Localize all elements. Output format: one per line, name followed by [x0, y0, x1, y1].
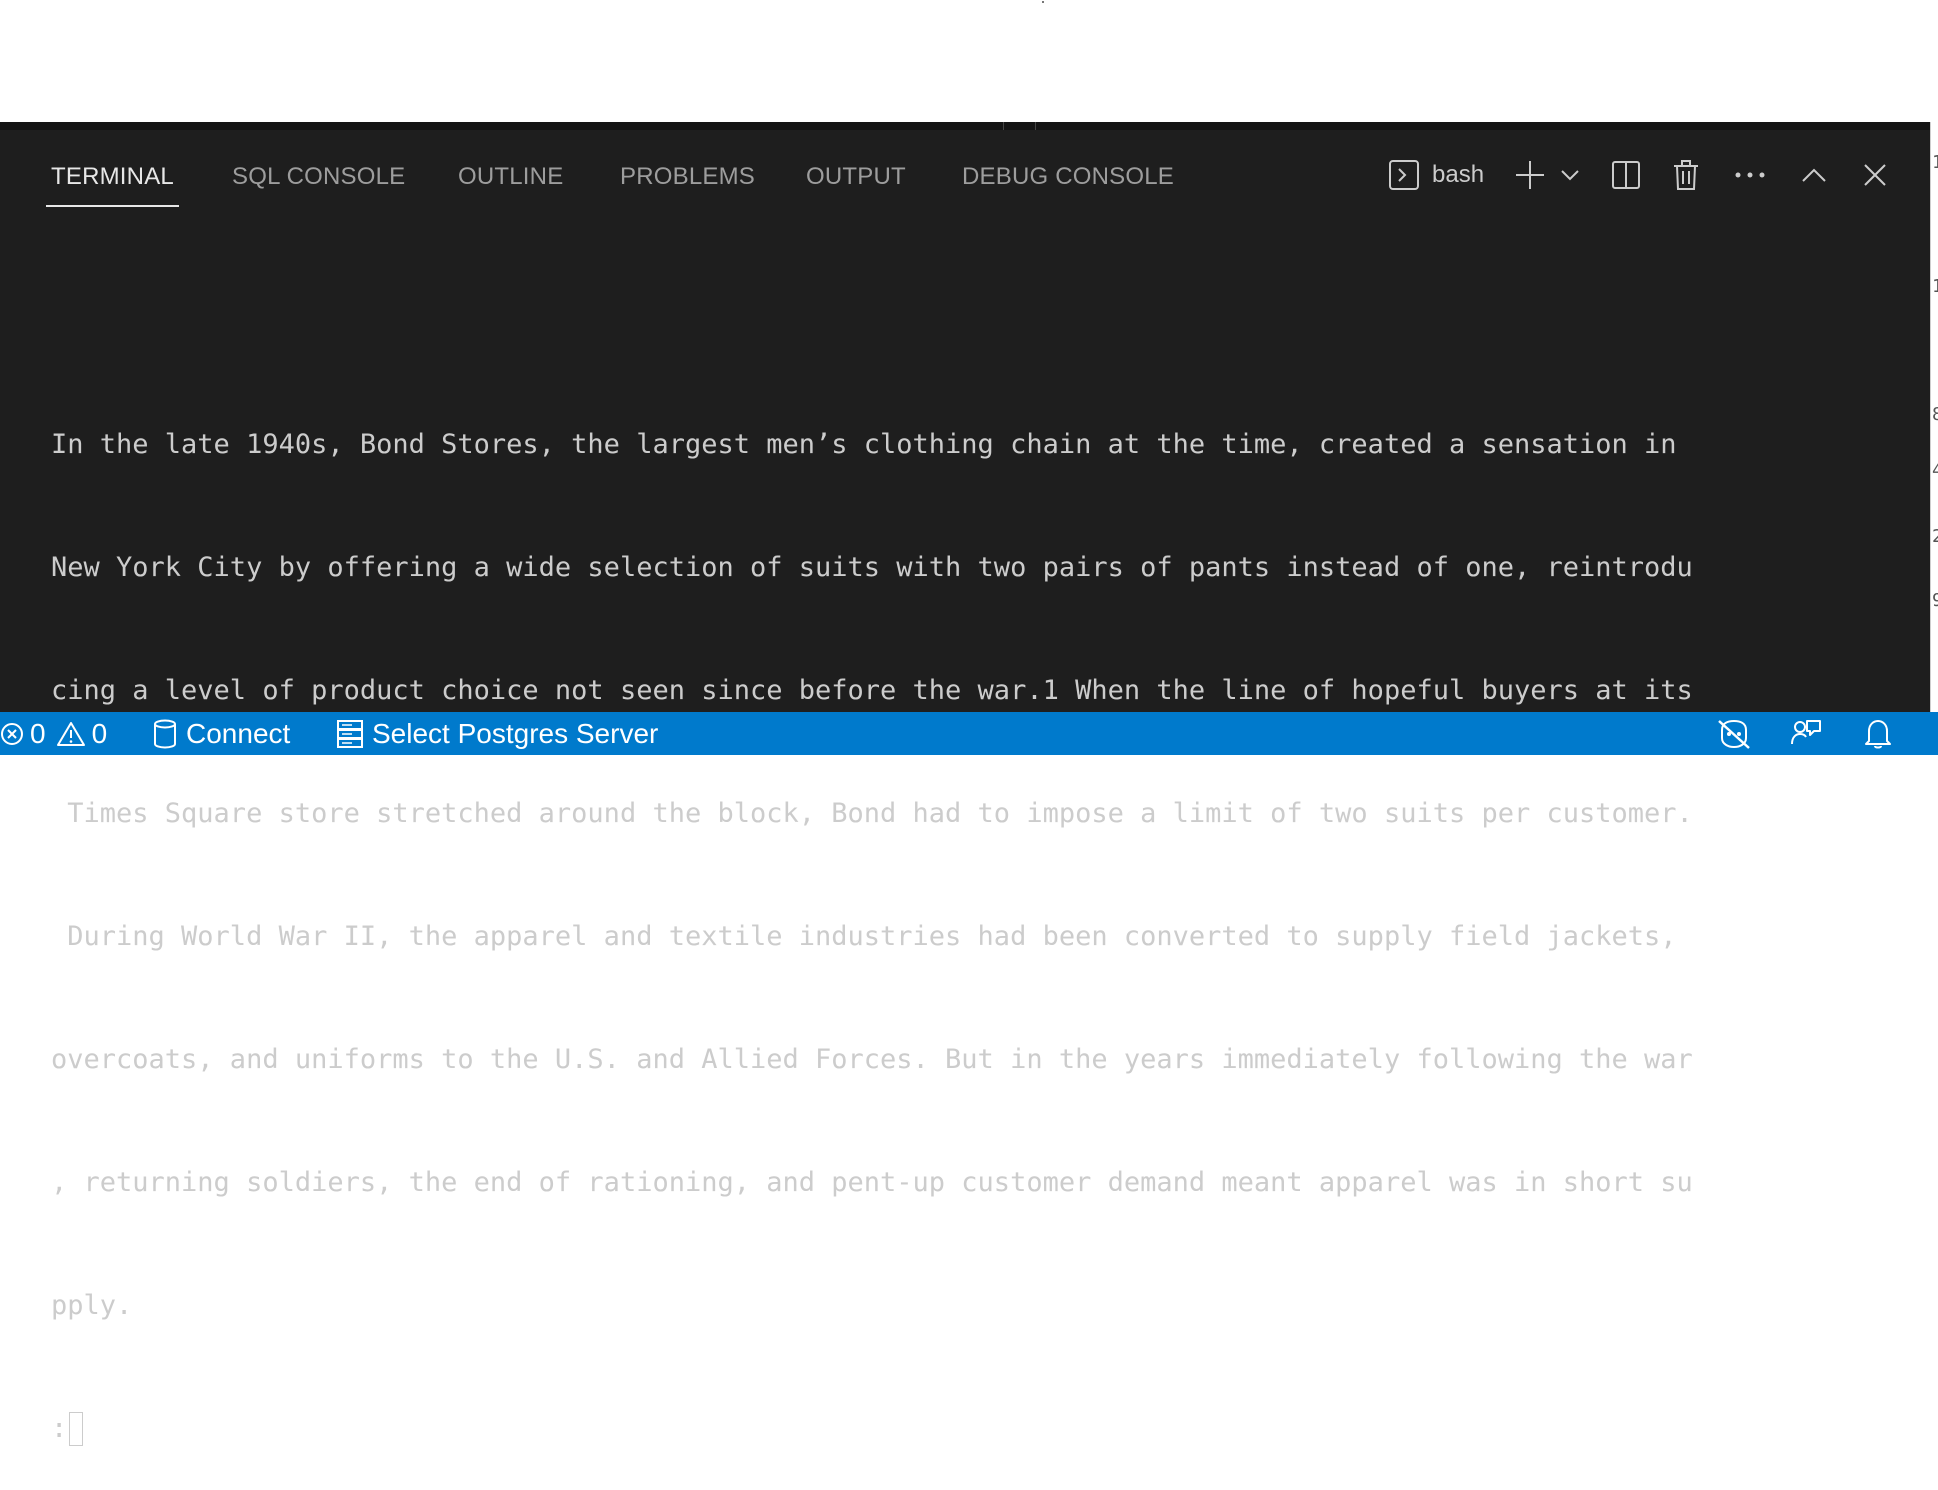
split-terminal-button[interactable] [1611, 155, 1641, 195]
editor-area [0, 0, 1938, 122]
problems-status[interactable]: 0 0 [0, 712, 107, 755]
terminal-line: cing a level of product choice not seen … [51, 675, 1693, 706]
panel-actions: bash [0, 155, 1930, 195]
copilot-status[interactable] [1716, 712, 1752, 755]
terminal-line: Times Square store stretched around the … [51, 798, 1693, 829]
bell-icon [1864, 718, 1892, 750]
terminal-output[interactable]: In the late 1940s, Bond Stores, the larg… [51, 342, 1881, 1490]
more-icon [1734, 171, 1766, 179]
prompt-text: : [51, 1413, 68, 1444]
edge-digit: 1 [1932, 152, 1938, 173]
active-tab-indicator [46, 205, 179, 207]
close-panel-button[interactable] [1862, 155, 1888, 195]
panel-top-border [0, 122, 1930, 130]
terminal-shell-selector[interactable]: bash [1388, 155, 1484, 195]
feedback-status[interactable] [1790, 712, 1822, 755]
terminal-cursor [69, 1411, 84, 1446]
sash-divider [1003, 122, 1004, 130]
sash-divider [1035, 122, 1036, 130]
terminal-line: pply. [51, 1290, 133, 1321]
terminal-line: , returning soldiers, the end of rationi… [51, 1167, 1693, 1198]
status-bar: 0 0 Connect Select Postgres Server [0, 712, 1938, 755]
error-icon [0, 721, 26, 747]
server-label: Select Postgres Server [372, 717, 659, 749]
plus-icon [1514, 159, 1546, 191]
server-icon [336, 719, 364, 749]
warning-count: 0 [91, 717, 108, 749]
terminal-icon [1388, 159, 1420, 191]
database-icon [152, 719, 178, 749]
copilot-disabled-icon [1716, 718, 1752, 750]
split-icon [1611, 160, 1641, 190]
edge-digit: 2 [1932, 526, 1938, 547]
close-icon [1863, 163, 1887, 187]
edge-digit: 9 [1932, 590, 1938, 611]
postgres-server-status[interactable]: Select Postgres Server [336, 712, 658, 755]
connect-status[interactable]: Connect [152, 712, 290, 755]
shell-label: bash [1432, 161, 1485, 188]
connect-label: Connect [186, 717, 291, 749]
launch-profile-button[interactable] [1560, 155, 1580, 195]
more-actions-button[interactable] [1734, 155, 1766, 195]
notifications-status[interactable] [1864, 712, 1892, 755]
kill-terminal-button[interactable] [1672, 155, 1700, 195]
error-count: 0 [30, 717, 46, 749]
edge-digit: 8 [1932, 404, 1938, 425]
edge-digit: 1 [1932, 276, 1938, 297]
terminal-line: During World War II, the apparel and tex… [51, 921, 1677, 952]
chevron-down-icon [1561, 169, 1579, 181]
edge-digit: 4 [1932, 460, 1938, 481]
terminal-line: In the late 1940s, Bond Stores, the larg… [51, 429, 1677, 460]
terminal-line: overcoats, and uniforms to the U.S. and … [51, 1044, 1693, 1075]
feedback-icon [1790, 718, 1822, 750]
chevron-up-icon [1801, 167, 1827, 183]
terminal-line: New York City by offering a wide selecti… [51, 552, 1693, 583]
terminal-prompt[interactable]: : [51, 1408, 1881, 1449]
warning-icon [56, 721, 86, 747]
maximize-panel-button[interactable] [1800, 155, 1828, 195]
new-terminal-button[interactable] [1513, 155, 1547, 195]
stray-pixel [1042, 1, 1044, 3]
trash-icon [1672, 159, 1700, 191]
